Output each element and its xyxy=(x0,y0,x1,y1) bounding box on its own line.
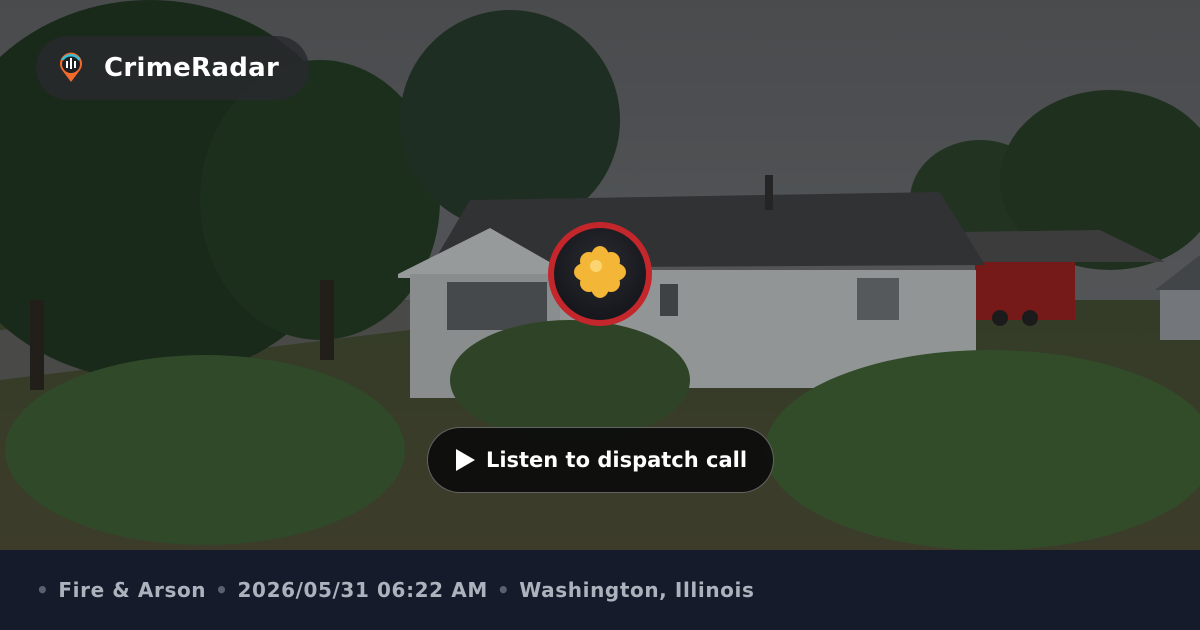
incident-location: Washington, Illinois xyxy=(519,578,755,602)
listen-dispatch-button[interactable]: Listen to dispatch call xyxy=(427,427,774,493)
play-icon xyxy=(454,448,476,472)
separator-dot: • xyxy=(215,578,229,602)
radar-pin-icon xyxy=(56,52,86,84)
marker-badge xyxy=(554,228,646,320)
separator-dot: • xyxy=(36,578,50,602)
brand-name: CrimeRadar xyxy=(104,53,280,83)
incident-timestamp: 2026/05/31 06:22 AM xyxy=(237,578,488,602)
listen-dispatch-label: Listen to dispatch call xyxy=(485,448,748,472)
incident-category: Fire & Arson xyxy=(58,578,207,602)
separator-dot: • xyxy=(496,578,511,602)
incident-marker[interactable] xyxy=(548,222,652,326)
incident-info-bar: • Fire & Arson • 2026/05/31 06:22 AM • W… xyxy=(0,550,1200,630)
brand-pill[interactable]: CrimeRadar xyxy=(36,36,309,100)
fire-burst-icon xyxy=(572,244,628,304)
